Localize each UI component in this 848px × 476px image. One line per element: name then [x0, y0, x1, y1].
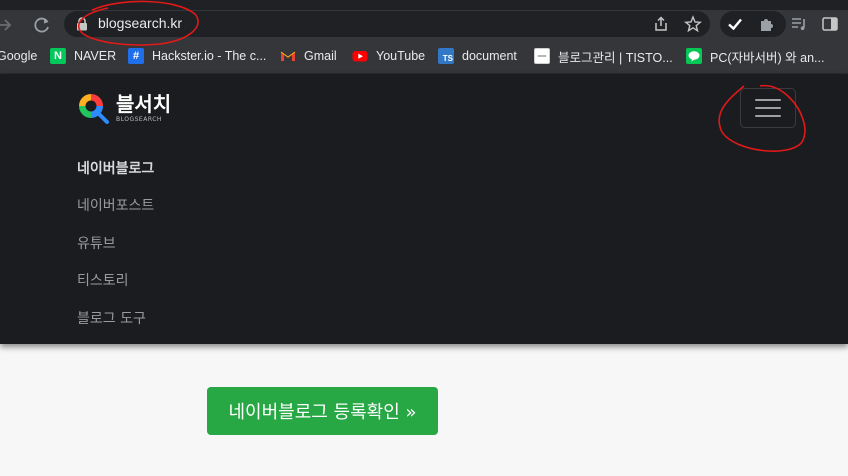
logo-subtitle: BLOGSEARCH	[116, 115, 162, 123]
forward-arrow-icon[interactable]	[0, 14, 16, 36]
extensions-group	[720, 11, 786, 37]
nav-item-naver-post[interactable]: 네이버포스트	[77, 195, 154, 215]
hamburger-line	[755, 115, 781, 117]
youtube-icon	[352, 51, 368, 62]
hamburger-line	[755, 107, 781, 109]
star-icon[interactable]	[684, 15, 702, 33]
bookmark-label: document	[462, 49, 517, 63]
nav-item-naver-blog[interactable]: 네이버블로그	[77, 158, 154, 178]
media-queue-icon[interactable]	[790, 15, 808, 33]
reload-icon[interactable]	[31, 14, 53, 36]
check-registration-button[interactable]: 네이버블로그 등록확인 »	[207, 387, 438, 435]
tistory-dash-icon	[537, 55, 547, 57]
site-logo[interactable]: 블서치 BLOGSEARCH	[76, 90, 171, 126]
bookmark-gmail[interactable]: Gmail	[280, 47, 337, 65]
address-bar[interactable]: blogsearch.kr	[64, 11, 710, 37]
bookmarks-bar: Google N NAVER # Hackster.io - The c... …	[0, 38, 848, 74]
line-icon	[686, 48, 702, 64]
site-navbar: 블서치 BLOGSEARCH 네이버블로그 네이버포스트 유튜브 티스토리 블로…	[0, 74, 848, 344]
bookmark-label: NAVER	[74, 49, 117, 63]
nav-item-tistory[interactable]: 티스토리	[77, 270, 129, 290]
hamburger-line	[755, 99, 781, 101]
puzzle-icon[interactable]	[758, 15, 776, 33]
side-panel-icon[interactable]	[821, 15, 839, 33]
lock-icon	[77, 17, 87, 31]
gmail-icon	[280, 51, 296, 61]
bookmark-tistory[interactable]: 블로그관리 | TISTO...	[534, 47, 673, 65]
check-icon[interactable]	[726, 15, 744, 33]
bookmark-label: Gmail	[304, 49, 337, 63]
bookmark-label: YouTube	[376, 49, 426, 63]
typescript-icon: TS	[438, 48, 454, 64]
bookmark-google[interactable]: Google	[0, 47, 37, 65]
bookmark-label: PC(자바서버) 와 an...	[710, 50, 825, 65]
tistory-icon	[534, 48, 550, 64]
hackster-icon: #	[128, 48, 144, 64]
bookmark-document[interactable]: TS document	[438, 47, 517, 65]
bookmark-label: Google	[0, 49, 38, 63]
share-icon[interactable]	[652, 15, 670, 33]
url-text[interactable]: blogsearch.kr	[98, 15, 182, 31]
nav-item-youtube[interactable]: 유튜브	[77, 233, 116, 253]
bookmark-youtube[interactable]: YouTube	[352, 47, 425, 65]
nav-item-blog-tools[interactable]: 블로그 도구	[77, 308, 146, 328]
navbar-toggle-button[interactable]	[740, 88, 796, 128]
logo-title: 블서치	[116, 91, 172, 116]
bookmark-label: Hackster.io - The c...	[152, 49, 267, 63]
bookmark-naver[interactable]: N NAVER	[50, 47, 116, 65]
logo-wordmark: 블서치 BLOGSEARCH	[116, 94, 171, 123]
naver-icon: N	[50, 48, 66, 64]
bookmark-line[interactable]: PC(자바서버) 와 an...	[686, 47, 824, 65]
bookmark-hackster[interactable]: # Hackster.io - The c...	[128, 47, 266, 65]
browser-toolbar: blogsearch.kr	[0, 0, 848, 38]
magnifier-logo-icon	[79, 94, 109, 124]
bookmark-label: 블로그관리 | TISTO...	[558, 50, 673, 65]
